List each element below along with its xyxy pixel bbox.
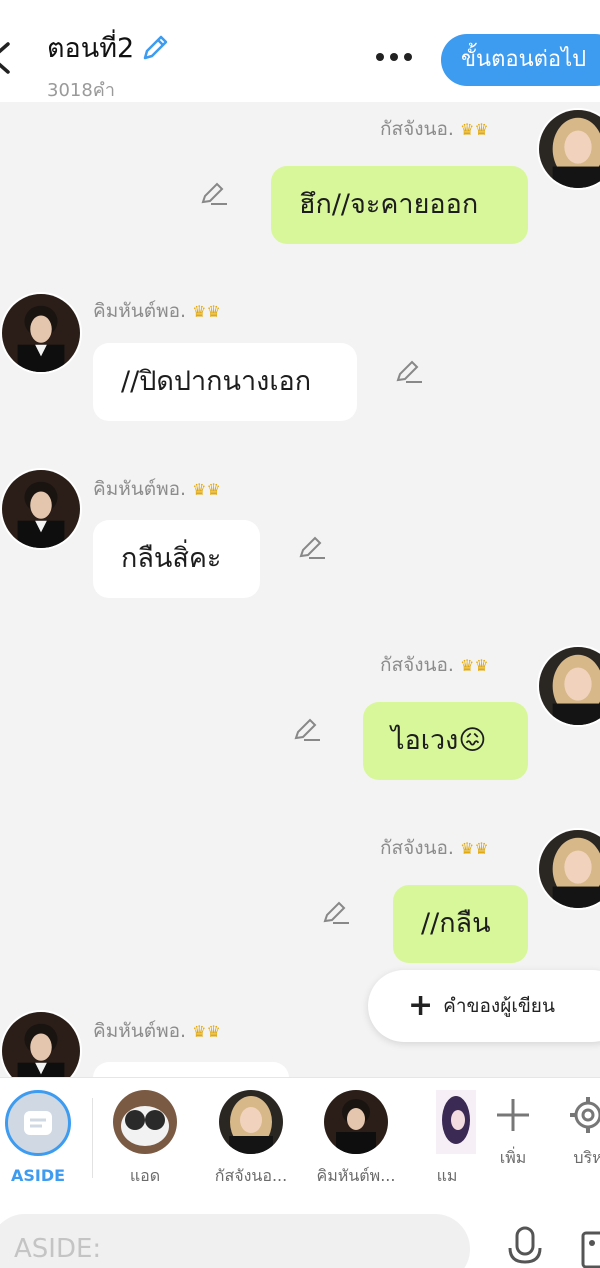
- speaker-name: กัสจังนอ. ♛♛: [380, 654, 489, 676]
- avatar-kim[interactable]: [0, 468, 82, 550]
- edit-message-icon[interactable]: [321, 899, 351, 927]
- edit-message-icon[interactable]: [297, 534, 327, 562]
- speaker-name: คิมหันต์พอ. ♛♛: [93, 1020, 221, 1042]
- avatar: [219, 1090, 283, 1154]
- character-bar: ASIDE แอด กัสจังนอ... คิมหันต์พ... แม เพ…: [0, 1077, 600, 1200]
- character-gus[interactable]: กัสจังนอ...: [206, 1090, 296, 1189]
- more-options-icon[interactable]: [374, 50, 414, 64]
- writer-note-label: คำของผู้เขียน: [443, 995, 555, 1017]
- manage-characters-button[interactable]: บริห: [543, 1090, 600, 1171]
- divider: [92, 1098, 93, 1178]
- writer-note-button[interactable]: + คำของผู้เขียน: [368, 970, 600, 1042]
- message-bubble[interactable]: ไอเวง😖: [363, 702, 528, 780]
- avatar-kim[interactable]: [0, 1010, 82, 1077]
- speaker-name: คิมหันต์พอ. ♛♛: [93, 300, 221, 322]
- message-bubble[interactable]: //กลืน: [393, 885, 528, 963]
- message-bubble[interactable]: กลืนสิ่คะ: [93, 520, 260, 598]
- character-kim[interactable]: คิมหันต์พ...: [311, 1090, 401, 1189]
- speaker-name: กัสจังนอ. ♛♛: [380, 837, 489, 859]
- top-bar: ตอนที่2 3018คำ ขั้นตอนต่อไป: [0, 0, 600, 102]
- chat-area[interactable]: กัสจังนอ. ♛♛ ฮึก//จะคายออก คิมหันต์พอ. ♛…: [0, 102, 600, 1077]
- avatar-gus[interactable]: [537, 828, 600, 910]
- character-admin[interactable]: แอด: [100, 1090, 190, 1189]
- speaker-name: กัสจังนอ. ♛♛: [380, 118, 489, 140]
- title-block: ตอนที่2 3018คำ: [47, 26, 170, 104]
- avatar-kim[interactable]: [0, 292, 82, 374]
- avatar-gus[interactable]: [537, 108, 600, 190]
- message-bubble[interactable]: ฮึก//จะคายออก: [271, 166, 528, 244]
- episode-title: ตอนที่2: [47, 33, 135, 64]
- avatar: [324, 1090, 388, 1154]
- plus-icon: [497, 1099, 529, 1131]
- avatar: [113, 1090, 177, 1154]
- microphone-icon[interactable]: [505, 1226, 545, 1268]
- edit-message-icon[interactable]: [199, 180, 229, 208]
- word-count: 3018คำ: [47, 80, 115, 101]
- message-bubble[interactable]: [93, 1062, 289, 1077]
- back-arrow-icon[interactable]: [0, 38, 16, 78]
- aside-icon: [5, 1090, 71, 1156]
- avatar-gus[interactable]: [537, 645, 600, 727]
- image-icon[interactable]: [580, 1230, 600, 1268]
- input-bar: [0, 1200, 600, 1268]
- plus-icon: +: [408, 988, 434, 1023]
- edit-message-icon[interactable]: [394, 358, 424, 386]
- edit-title-icon[interactable]: [140, 33, 170, 63]
- message-bubble[interactable]: //ปิดปากนางเอก: [93, 343, 357, 421]
- message-input[interactable]: [0, 1214, 470, 1268]
- gear-icon: [570, 1097, 600, 1133]
- edit-message-icon[interactable]: [292, 716, 322, 744]
- speaker-name: คิมหันต์พอ. ♛♛: [93, 478, 221, 500]
- character-aside[interactable]: ASIDE: [0, 1090, 83, 1185]
- next-step-button[interactable]: ขั้นตอนต่อไป: [441, 34, 600, 86]
